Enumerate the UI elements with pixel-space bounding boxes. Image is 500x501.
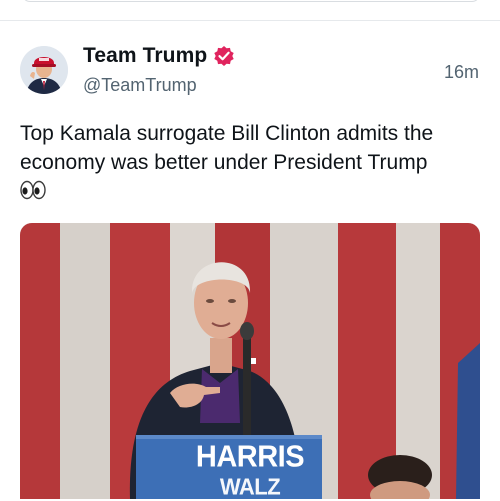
post-body-text: Top Kamala surrogate Bill Clinton admits… [20, 122, 434, 174]
post-text: Top Kamala surrogate Bill Clinton admits… [20, 119, 485, 208]
display-name[interactable]: Team Trump [83, 44, 207, 68]
post-media[interactable] [20, 223, 480, 499]
avatar-image [20, 46, 68, 94]
feed-divider [0, 20, 500, 21]
verified-badge-icon [213, 45, 235, 67]
previous-post-card [22, 0, 480, 2]
media-photo [20, 223, 480, 499]
user-handle[interactable]: @TeamTrump [83, 75, 197, 96]
eyes-emoji [20, 179, 46, 208]
avatar[interactable] [20, 46, 68, 94]
post-timestamp[interactable]: 16m [444, 62, 479, 83]
